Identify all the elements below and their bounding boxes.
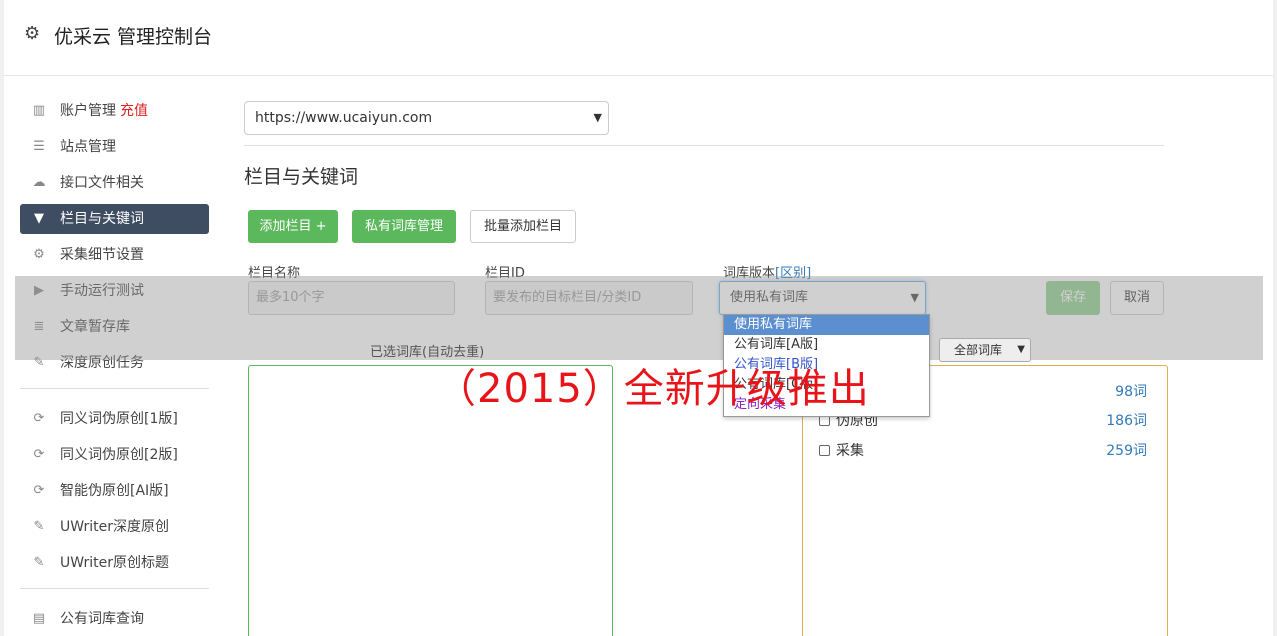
sidebar-item-label: 同义词伪原创[2版] (60, 447, 178, 463)
batch-add-button[interactable]: 批量添加栏目 (470, 210, 576, 243)
list-item[interactable]: 采集 259词 (819, 441, 1149, 461)
version-option-a[interactable]: 公有词库[A版] (724, 335, 929, 355)
sidebar-item-uwriter-deep[interactable]: ✎ UWriter深度原创 (20, 512, 209, 542)
sidebar-item-interface[interactable]: ☁ 接口文件相关 (20, 168, 209, 198)
chevron-down-icon: ▼ (1017, 344, 1025, 355)
cogs-icon: ⚙ (33, 247, 45, 262)
sidebar-item-columns[interactable]: ▼ 栏目与关键词 (20, 204, 209, 234)
sidebar-item-uwriter-title[interactable]: ✎ UWriter原创标题 (20, 548, 209, 578)
sidebar: ▥ 账户管理 充值 ☰ 站点管理 ☁ 接口文件相关 ▼ 栏目与关键词 ⚙ 采集细节… (20, 96, 209, 636)
sidebar-item-label: 公有词库查询 (60, 611, 144, 627)
sidebar-item-label: 接口文件相关 (60, 175, 144, 191)
sidebar-item-label: UWriter深度原创 (60, 519, 169, 535)
header: ⚙ 优采云 管理控制台 (4, 0, 1273, 76)
section-title: 栏目与关键词 (244, 166, 359, 188)
server-icon: ☰ (33, 139, 45, 154)
refresh-icon: ⟳ (33, 483, 45, 498)
sidebar-item-account[interactable]: ▥ 账户管理 充值 (20, 96, 209, 126)
sidebar-divider (20, 588, 209, 589)
edit-icon: ✎ (33, 555, 45, 570)
version-option-private[interactable]: 使用私有词库 (724, 315, 929, 335)
gear-icon: ⚙ (24, 23, 41, 44)
add-column-button[interactable]: 添加栏目 + (248, 210, 338, 243)
sidebar-item-synonym-v2[interactable]: ⟳ 同义词伪原创[2版] (20, 440, 209, 470)
sidebar-item-label: 采集细节设置 (60, 247, 144, 263)
sidebar-item-label: 同义词伪原创[1版] (60, 411, 178, 427)
lib-count: 186词 (1106, 413, 1147, 429)
lib-name: 采集 (836, 443, 864, 459)
sidebar-item-label: UWriter原创标题 (60, 555, 169, 571)
sidebar-item-sites[interactable]: ☰ 站点管理 (20, 132, 209, 162)
lib-checkbox[interactable] (819, 445, 830, 456)
sidebar-item-ai-rewrite[interactable]: ⟳ 智能伪原创[AI版] (20, 476, 209, 506)
sidebar-item-label: 栏目与关键词 (60, 211, 144, 227)
private-lib-button[interactable]: 私有词库管理 (352, 210, 456, 243)
promo-banner-text: （2015）全新升级推出 (436, 366, 870, 412)
sidebar-item-synonym-v1[interactable]: ⟳ 同义词伪原创[1版] (20, 404, 209, 434)
lib-count: 259词 (1106, 443, 1147, 459)
page-title: 优采云 管理控制台 (54, 26, 213, 48)
filter-icon: ▼ (34, 211, 44, 226)
cloud-upload-icon: ☁ (32, 175, 46, 190)
gray-overlay (15, 276, 1263, 360)
sidebar-divider (20, 388, 209, 389)
sidebar-item-public-lib[interactable]: ▤ 公有词库查询 (20, 604, 209, 634)
refresh-icon: ⟳ (33, 447, 45, 462)
edit-icon: ✎ (33, 519, 45, 534)
sidebar-item-label: 账户管理 (60, 103, 116, 119)
site-select[interactable]: https://www.ucaiyun.com ▼ (244, 101, 609, 135)
divider (244, 145, 1164, 146)
sidebar-item-label: 智能伪原创[AI版] (60, 483, 169, 499)
lib-filter-value: 全部词库 (954, 343, 1003, 357)
site-select-value: https://www.ucaiyun.com (255, 110, 433, 126)
sidebar-item-label: 站点管理 (60, 139, 116, 155)
refresh-icon: ⟳ (33, 411, 45, 426)
book-icon: ▤ (32, 611, 46, 626)
lib-filter-select[interactable]: 全部词库 ▼ (939, 338, 1031, 362)
lib-count: 98词 (1115, 384, 1147, 400)
bar-chart-icon: ▥ (32, 103, 46, 118)
chevron-down-icon: ▼ (593, 111, 602, 124)
recharge-link[interactable]: 充值 (120, 103, 148, 119)
sidebar-item-collect-settings[interactable]: ⚙ 采集细节设置 (20, 240, 209, 270)
